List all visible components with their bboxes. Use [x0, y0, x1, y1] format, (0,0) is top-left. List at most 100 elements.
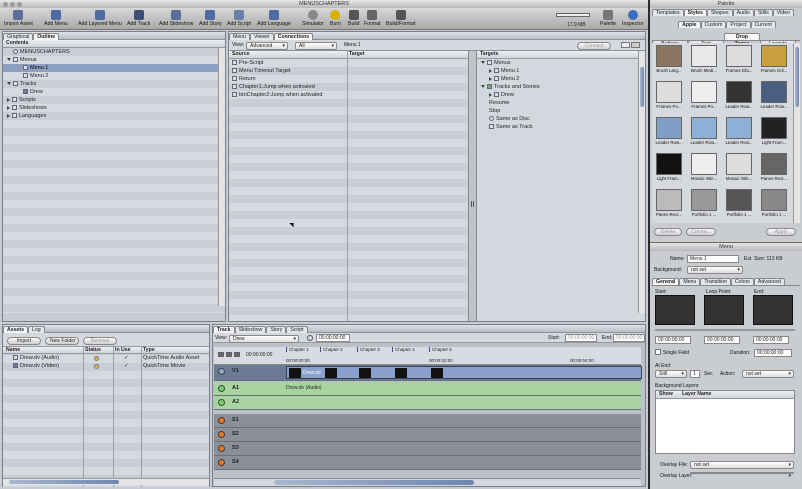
tab-log[interactable]: Log — [28, 326, 45, 333]
connect-button[interactable]: Connect — [577, 42, 611, 50]
tab-script[interactable]: Script — [286, 326, 308, 333]
palette-scroll-thumb[interactable] — [795, 47, 799, 107]
style-thumbnail[interactable]: Light Fram... — [759, 117, 789, 145]
at-end-popup[interactable]: Still — [655, 370, 687, 378]
style-thumbnail[interactable]: Panes Rect... — [759, 153, 789, 181]
list-view-icon[interactable] — [621, 42, 630, 48]
asset-row[interactable]: Drew.dv (Audio) ✓ QuickTime Audio Asset — [3, 354, 209, 362]
source-row[interactable]: Menu Timeout Target — [229, 67, 468, 75]
step-forward-icon[interactable] — [234, 352, 240, 357]
track-enable-icon[interactable] — [218, 431, 225, 438]
grid-view-icon[interactable] — [631, 42, 640, 48]
tree-item-slideshows[interactable]: Slideshows — [3, 104, 225, 112]
disclosure-open-icon[interactable] — [7, 82, 11, 86]
overlay-file-popup[interactable]: not set — [690, 461, 794, 469]
video-clip[interactable]: Drew.dv — [286, 366, 642, 379]
target-drew[interactable]: Drew — [477, 91, 645, 99]
filter-popup[interactable]: All — [295, 42, 337, 50]
overlay-layer-popup[interactable] — [690, 472, 794, 479]
tab-story[interactable]: Story — [266, 326, 287, 333]
timeline-scroll-thumb[interactable] — [274, 480, 474, 485]
subtab-apple[interactable]: Apple — [678, 21, 701, 28]
target-same-as-disc[interactable]: Same as Disc — [477, 115, 645, 123]
source-row[interactable]: Chapter1:Jump when activated — [229, 83, 468, 91]
target-stop[interactable]: Stop — [477, 107, 645, 115]
asset-row[interactable]: Drew.dv (Video) ✓ QuickTime Movie — [3, 362, 209, 370]
tree-item-drew[interactable]: Drew — [3, 88, 225, 96]
preview-slider[interactable] — [655, 329, 795, 331]
style-thumbnail[interactable]: Leader Row... — [724, 81, 754, 109]
add-slideshow-button[interactable]: Add Slideshow — [159, 9, 193, 27]
tab-graphical[interactable]: Graphical — [3, 33, 34, 40]
style-thumbnail[interactable]: Portfolio 1 ... — [724, 189, 754, 217]
tab-styles[interactable]: Styles — [683, 9, 707, 16]
style-thumbnail[interactable]: Brush Medi... — [689, 45, 719, 73]
targets-scrollbar[interactable] — [638, 51, 645, 313]
track-view-popup[interactable]: Drew — [229, 335, 299, 343]
tab-connections[interactable]: Connections — [273, 33, 314, 40]
target-menu-2[interactable]: Menu 2 — [477, 75, 645, 83]
tab-shapes[interactable]: Shapes — [706, 9, 733, 16]
style-thumbnail[interactable]: Leader Row... — [689, 117, 719, 145]
inspector-button[interactable]: Inspector — [622, 9, 643, 27]
tree-item-menu-2[interactable]: Menu 2 — [3, 72, 225, 80]
tab-colors[interactable]: Colors — [730, 278, 754, 285]
end-timecode[interactable]: 00:00:00:00 — [753, 336, 789, 344]
style-thumbnail[interactable]: Light Fram... — [654, 153, 684, 181]
style-thumbnail[interactable]: Panes Rect... — [654, 189, 684, 217]
tab-video[interactable]: Video — [772, 9, 794, 16]
build-format-button[interactable]: Build/Format — [386, 9, 415, 27]
disclosure-closed-icon[interactable] — [489, 76, 492, 81]
import-asset-button[interactable]: Import Asset — [4, 9, 33, 27]
style-thumbnail[interactable]: Mosaic Win... — [724, 153, 754, 181]
chapter-marker[interactable]: Chapter 2 — [320, 347, 345, 352]
assets-scroll-thumb[interactable] — [9, 480, 119, 484]
style-thumbnail[interactable]: Leader Row... — [759, 81, 789, 109]
style-thumbnail[interactable]: Leader Row... — [654, 117, 684, 145]
import-button[interactable]: Import — [7, 337, 41, 345]
target-same-as-track[interactable]: Same as Track — [477, 123, 645, 131]
disclosure-closed-icon[interactable] — [7, 105, 10, 110]
play-icon[interactable] — [226, 352, 232, 357]
track-enable-icon[interactable] — [218, 385, 225, 392]
style-thumbnail[interactable]: Frames Po... — [689, 81, 719, 109]
chapter-marker[interactable]: Chapter 5 — [429, 347, 454, 352]
style-thumbnail[interactable]: Frames Gol... — [759, 45, 789, 73]
tab-track[interactable]: Track — [213, 326, 235, 333]
subtab-custom[interactable]: Custom — [700, 21, 727, 28]
duration-field[interactable]: 00:00:00:00 — [754, 349, 792, 357]
outline-scrollbar[interactable] — [218, 48, 225, 306]
style-thumbnail[interactable]: Mosaic Win... — [689, 153, 719, 181]
subtab-current[interactable]: Current — [750, 21, 776, 28]
add-track-button[interactable]: Add Track — [127, 9, 150, 27]
tab-assets[interactable]: Assets — [3, 326, 29, 333]
create-button[interactable]: Create... — [686, 228, 716, 236]
tab-menu-settings[interactable]: Menu — [679, 278, 701, 285]
track-enable-icon[interactable] — [218, 399, 225, 406]
tab-viewer[interactable]: Viewer — [249, 33, 274, 40]
disclosure-open-icon[interactable] — [7, 58, 11, 62]
style-thumbnail[interactable]: Portfolio 1 ... — [759, 189, 789, 217]
split-handle[interactable] — [468, 51, 477, 321]
target-menu-1[interactable]: Menu 1 — [477, 67, 645, 75]
delete-button[interactable]: Delete — [654, 228, 682, 236]
seconds-field[interactable]: 1 — [690, 370, 700, 378]
burn-button[interactable]: Burn — [330, 9, 341, 27]
style-thumbnail[interactable]: Portfolio 1 ... — [689, 189, 719, 217]
tab-outline[interactable]: Outline — [33, 33, 60, 40]
tab-menu[interactable]: Menu — [229, 33, 250, 40]
tree-item-menus[interactable]: Menus — [3, 56, 225, 64]
disclosure-closed-icon[interactable] — [7, 113, 10, 118]
name-field[interactable]: Menu 1 — [687, 255, 739, 263]
disclosure-open-icon[interactable] — [481, 85, 485, 89]
style-thumbnail[interactable]: Frames Po... — [654, 81, 684, 109]
tab-advanced[interactable]: Advanced — [753, 278, 785, 285]
audio-clip-label[interactable]: Drew.dv (Audio) — [286, 385, 322, 391]
tab-templates[interactable]: Templates — [652, 9, 684, 16]
tab-transition[interactable]: Transition — [700, 278, 731, 285]
tab-slideshow[interactable]: Slideshow — [234, 326, 267, 333]
track-enable-icon[interactable] — [218, 417, 225, 424]
chapter-marker[interactable]: Chapter 4 — [392, 347, 417, 352]
view-popup[interactable]: Advanced — [246, 42, 288, 50]
tab-audio[interactable]: Audio — [732, 9, 754, 16]
